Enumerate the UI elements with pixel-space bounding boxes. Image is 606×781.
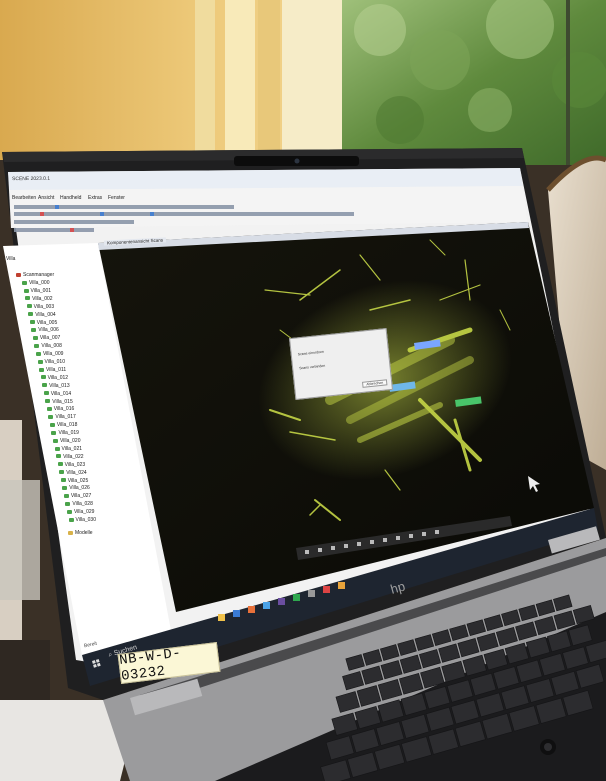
photo-scene: hp xyxy=(0,0,606,781)
window-frame-left xyxy=(195,0,215,160)
window-frame xyxy=(282,0,342,160)
wall xyxy=(0,0,330,160)
